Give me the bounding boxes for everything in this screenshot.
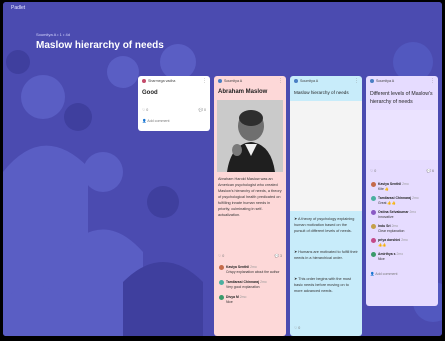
padlet-board: Padlet Soumitya A • 1 • 4d Maslow hierar… — [3, 2, 442, 336]
post-card-good[interactable]: Sharmega vadha ⋮ Good ♡ 0 💬 0 👤 Add comm… — [138, 76, 210, 131]
avatar — [219, 265, 224, 270]
comment-item: Tamilarasi Chinnaraj 2mo Very good expla… — [219, 280, 282, 289]
avatar — [371, 196, 376, 201]
image-placeholder — [366, 110, 438, 160]
comment-item: Amirthya s 2mo Nice — [371, 252, 434, 261]
more-options-icon[interactable]: ⋮ — [430, 78, 435, 84]
avatar — [370, 79, 374, 84]
post-author: Sharmega vadha — [142, 79, 175, 84]
comment-count[interactable]: 💬 6 — [427, 169, 434, 173]
app-logo[interactable]: Padlet — [11, 5, 25, 11]
avatar — [219, 280, 224, 285]
post-title: Abraham Maslow — [218, 89, 268, 95]
portrait-photo — [217, 100, 283, 172]
comment-item: Kaviya Senthil 2mo Crispy explanation ab… — [219, 265, 282, 274]
add-comment-input[interactable]: 👤 Add comment — [142, 119, 169, 123]
comment-item: Tamilarasi Chinnaraj 2mo Great 👍👍 — [371, 196, 434, 205]
comment-item: Kaviya Senthil 2mo Kite 👍 — [371, 182, 434, 191]
post-title: Different levels of Maslow's hierarchy o… — [370, 91, 433, 105]
comment-item: priya darshini 2mo 👍👍 — [371, 238, 434, 247]
comment-item: Ostina Selvakumar 2mo Innovative — [371, 210, 434, 219]
page-title: Maslow hierarchy of needs — [36, 40, 164, 51]
like-count[interactable]: ♡ 0 — [142, 108, 148, 112]
post-author: Soumitya A — [294, 79, 318, 84]
more-options-icon[interactable]: ⋮ — [202, 78, 207, 84]
breadcrumb: Soumitya A • 1 • 4d — [36, 32, 70, 37]
post-author: Soumitya A — [370, 79, 394, 84]
comment-count[interactable]: 💬 0 — [199, 108, 206, 112]
post-card-different-levels[interactable]: Soumitya A ⋮ Different levels of Maslow'… — [366, 76, 438, 306]
avatar — [142, 79, 146, 84]
post-title: Good — [142, 90, 158, 96]
avatar — [218, 79, 222, 84]
comment-count[interactable]: 💬 3 — [275, 254, 282, 258]
post-card-maslow-hierarchy[interactable]: Soumitya A ⋮ Maslow hierarchy of needs ➤… — [290, 76, 362, 336]
comment-item: Divya M 2mo Nice — [219, 295, 282, 304]
more-options-icon[interactable]: ⋮ — [278, 78, 283, 84]
avatar — [219, 295, 224, 300]
more-options-icon[interactable]: ⋮ — [354, 78, 359, 84]
post-body-line: ➤ A theory of psychology explaining huma… — [294, 217, 355, 233]
add-comment-input[interactable]: 👤 Add comment — [370, 272, 397, 276]
avatar — [371, 238, 376, 243]
post-body-line: ➤ Humans are motivated to fulfill their … — [294, 250, 358, 260]
avatar — [371, 210, 376, 215]
post-title: Maslow hierarchy of needs — [294, 90, 349, 95]
avatar — [371, 252, 376, 257]
like-count[interactable]: ♡ 0 — [294, 326, 300, 330]
like-count[interactable]: ♡ 0 — [370, 169, 376, 173]
post-author: Soumitya A — [218, 79, 242, 84]
post-body-line: ➤ This order begins with the most basic … — [294, 277, 351, 293]
like-count[interactable]: ♡ 0 — [218, 254, 224, 258]
avatar — [371, 224, 376, 229]
image-placeholder — [290, 101, 362, 211]
post-body: Abraham Harold Maslow was an American ps… — [218, 177, 282, 217]
avatar — [371, 182, 376, 187]
comment-item: Indu Sri 2mo Clear explanation — [371, 224, 434, 233]
avatar — [294, 79, 298, 84]
post-card-abraham-maslow[interactable]: Soumitya A ⋮ Abraham Maslow Abraham Haro… — [214, 76, 286, 336]
